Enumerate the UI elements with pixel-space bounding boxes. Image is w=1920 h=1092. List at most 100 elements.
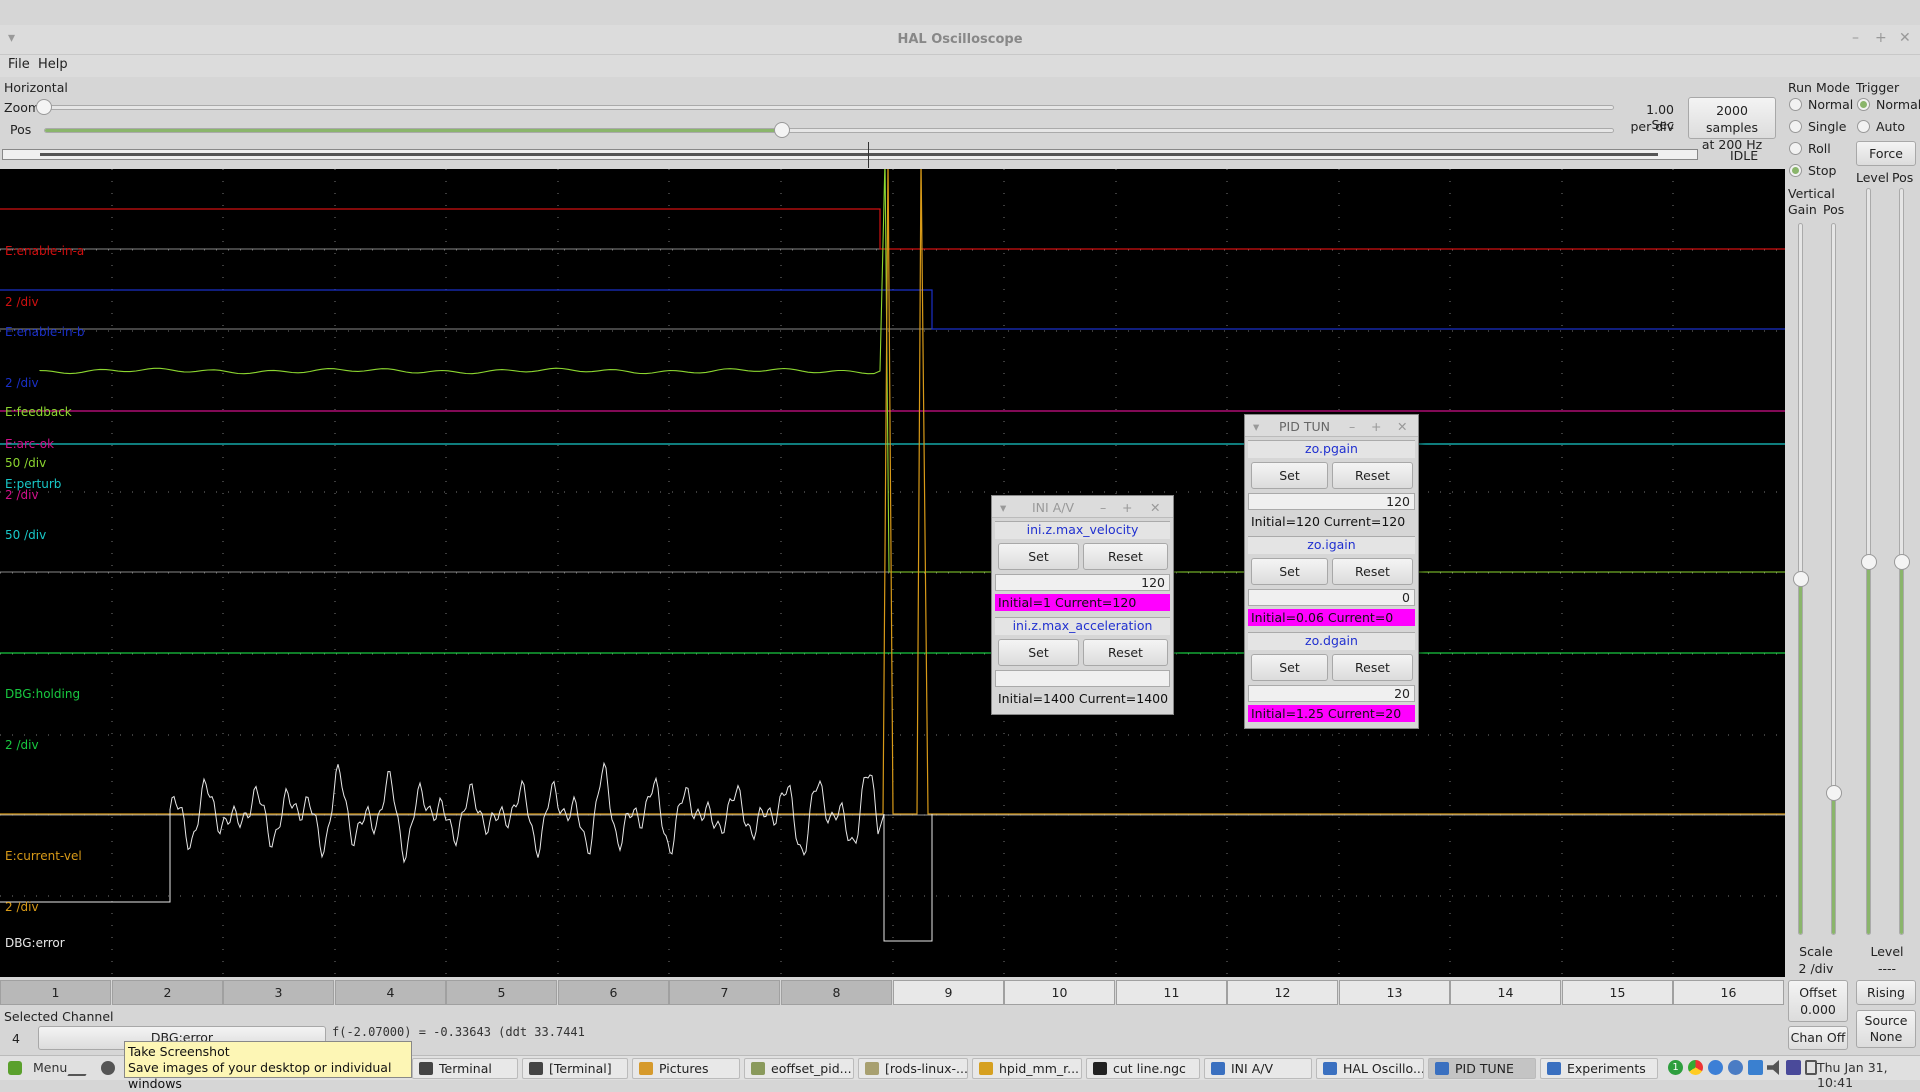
taskbar-window-label: INI A/V [1231, 1061, 1274, 1076]
param-value-field[interactable]: 0 [1248, 589, 1415, 606]
channel-tab-12[interactable]: 12 [1227, 980, 1338, 1005]
files-icon[interactable] [1748, 1060, 1763, 1075]
channel-tab-6[interactable]: 6 [558, 980, 669, 1005]
chrome-icon[interactable] [1688, 1060, 1703, 1075]
param-value-field[interactable]: 120 [1248, 493, 1415, 510]
channel-tab-14[interactable]: 14 [1450, 980, 1561, 1005]
trigger-normal-radio[interactable] [1857, 98, 1870, 111]
window-menu-icon[interactable]: ▾ [1253, 419, 1259, 434]
param-value-field[interactable]: 20 [1248, 685, 1415, 702]
mint-menu-icon[interactable] [8, 1061, 22, 1075]
channel-tab-4[interactable]: 4 [335, 980, 446, 1005]
chan-off-button[interactable]: Chan Off [1788, 1026, 1848, 1050]
reset-button[interactable]: Reset [1083, 543, 1168, 570]
taskbar-window-button[interactable]: cut line.ngc [1086, 1058, 1200, 1079]
trigger-level-handle[interactable] [1861, 553, 1877, 570]
channel-tab-10[interactable]: 10 [1004, 980, 1115, 1005]
set-button[interactable]: Set [1251, 462, 1328, 489]
channel-tab-13[interactable]: 13 [1339, 980, 1450, 1005]
taskbar-window-button[interactable]: hpid_mm_r... [972, 1058, 1082, 1079]
maximize-icon[interactable]: + [1371, 419, 1381, 434]
reset-button[interactable]: Reset [1332, 462, 1413, 489]
taskbar-window-button[interactable]: Experiments [1540, 1058, 1658, 1079]
channel-tab-2[interactable]: 2 [112, 980, 223, 1005]
launcher-tool-icon[interactable] [67, 1060, 95, 1076]
minimize-icon[interactable]: – [1349, 419, 1355, 434]
param-value-field[interactable] [995, 670, 1170, 687]
trigger-normal-label: Normal [1876, 97, 1920, 112]
window-icon [1435, 1062, 1449, 1075]
trigger-edge-button[interactable]: Rising [1856, 980, 1916, 1005]
channel-tab-1[interactable]: 1 [0, 980, 111, 1005]
taskbar-window-button[interactable]: HAL Oscillo... [1316, 1058, 1424, 1079]
pos-slider-handle[interactable] [773, 122, 790, 138]
menu-file[interactable]: File [8, 57, 30, 72]
channel-tab-15[interactable]: 15 [1562, 980, 1673, 1005]
taskbar-window-button[interactable]: Terminal [412, 1058, 518, 1079]
offset-button[interactable]: Offset 0.000 [1788, 980, 1848, 1022]
trigger-auto-radio[interactable] [1857, 120, 1870, 133]
param-status: Initial=1400 Current=1400 [998, 691, 1169, 706]
update-icon[interactable]: 1 [1668, 1060, 1683, 1075]
zoom-slider-handle[interactable] [36, 99, 52, 115]
minimize-icon[interactable]: – [1852, 30, 1859, 46]
channel-name: DBG:error [5, 936, 65, 950]
menu-button[interactable]: Menu [33, 1060, 67, 1075]
record-position-bar[interactable] [2, 149, 1698, 160]
taskbar-window-button[interactable]: Pictures [632, 1058, 740, 1079]
channel-tab-9[interactable]: 9 [893, 980, 1004, 1005]
channel-tab-7[interactable]: 7 [669, 980, 780, 1005]
channel-tab-3[interactable]: 3 [223, 980, 334, 1005]
menu-help[interactable]: Help [38, 57, 68, 72]
network-icon[interactable] [1708, 1060, 1723, 1075]
reset-button[interactable]: Reset [1332, 654, 1413, 681]
clock[interactable]: Thu Jan 31, 10:41 [1817, 1060, 1920, 1090]
close-icon[interactable]: ✕ [1899, 30, 1911, 46]
vertical-pos-handle[interactable] [1826, 784, 1842, 801]
run-mode-stop-radio[interactable] [1789, 164, 1802, 177]
display-icon[interactable] [1786, 1060, 1801, 1075]
volume-icon[interactable] [1767, 1060, 1779, 1075]
record-window-indicator [40, 153, 1658, 156]
window-menu-icon[interactable]: ▾ [1000, 500, 1006, 515]
close-icon[interactable]: ✕ [1150, 500, 1160, 515]
launcher-browser-icon[interactable] [101, 1061, 115, 1075]
maximize-icon[interactable]: + [1122, 500, 1132, 515]
samples-button[interactable]: 2000 samples at 200 Hz [1688, 97, 1776, 152]
pos-slider[interactable] [44, 128, 1614, 133]
menu-bar: File Help [0, 55, 1920, 77]
trigger-level-fill [1867, 560, 1870, 934]
set-button[interactable]: Set [1251, 654, 1328, 681]
channel-tab-5[interactable]: 5 [446, 980, 557, 1005]
channel-tab-8[interactable]: 8 [781, 980, 892, 1005]
reset-button[interactable]: Reset [1332, 558, 1413, 585]
maximize-icon[interactable]: + [1875, 30, 1887, 46]
vertical-pos-slider[interactable] [1831, 223, 1836, 935]
close-icon[interactable]: ✕ [1397, 419, 1407, 434]
reset-button[interactable]: Reset [1083, 639, 1168, 666]
channel-tab-11[interactable]: 11 [1116, 980, 1227, 1005]
taskbar-window-button[interactable]: [Terminal] [522, 1058, 628, 1079]
trigger-pos-handle[interactable] [1894, 553, 1910, 570]
set-button[interactable]: Set [1251, 558, 1328, 585]
vertical-gain-handle[interactable] [1793, 571, 1809, 587]
set-button[interactable]: Set [998, 639, 1079, 666]
battery-icon[interactable] [1805, 1060, 1817, 1075]
taskbar-window-button[interactable]: INI A/V [1204, 1058, 1312, 1079]
scope-display[interactable]: E:enable-in-a 2 /div E:enable-in-b 2 /di… [0, 169, 1785, 977]
trigger-source-button[interactable]: Source None [1856, 1010, 1916, 1048]
run-mode-single-radio[interactable] [1789, 120, 1802, 133]
set-button[interactable]: Set [998, 543, 1079, 570]
param-value-field[interactable]: 120 [995, 574, 1170, 591]
taskbar-window-button[interactable]: [rods-linux-... [858, 1058, 968, 1079]
run-mode-roll-radio[interactable] [1789, 142, 1802, 155]
zoom-slider[interactable] [44, 105, 1614, 110]
taskbar-window-button[interactable]: PID TUNE [1428, 1058, 1536, 1079]
taskbar-window-label: cut line.ngc [1113, 1061, 1186, 1076]
run-mode-normal-radio[interactable] [1789, 98, 1802, 111]
minimize-icon[interactable]: – [1100, 500, 1106, 515]
force-button[interactable]: Force [1856, 141, 1916, 166]
taskbar-window-button[interactable]: eoffset_pid... [744, 1058, 854, 1079]
channel-tab-16[interactable]: 16 [1673, 980, 1784, 1005]
shield-icon[interactable] [1728, 1060, 1743, 1075]
